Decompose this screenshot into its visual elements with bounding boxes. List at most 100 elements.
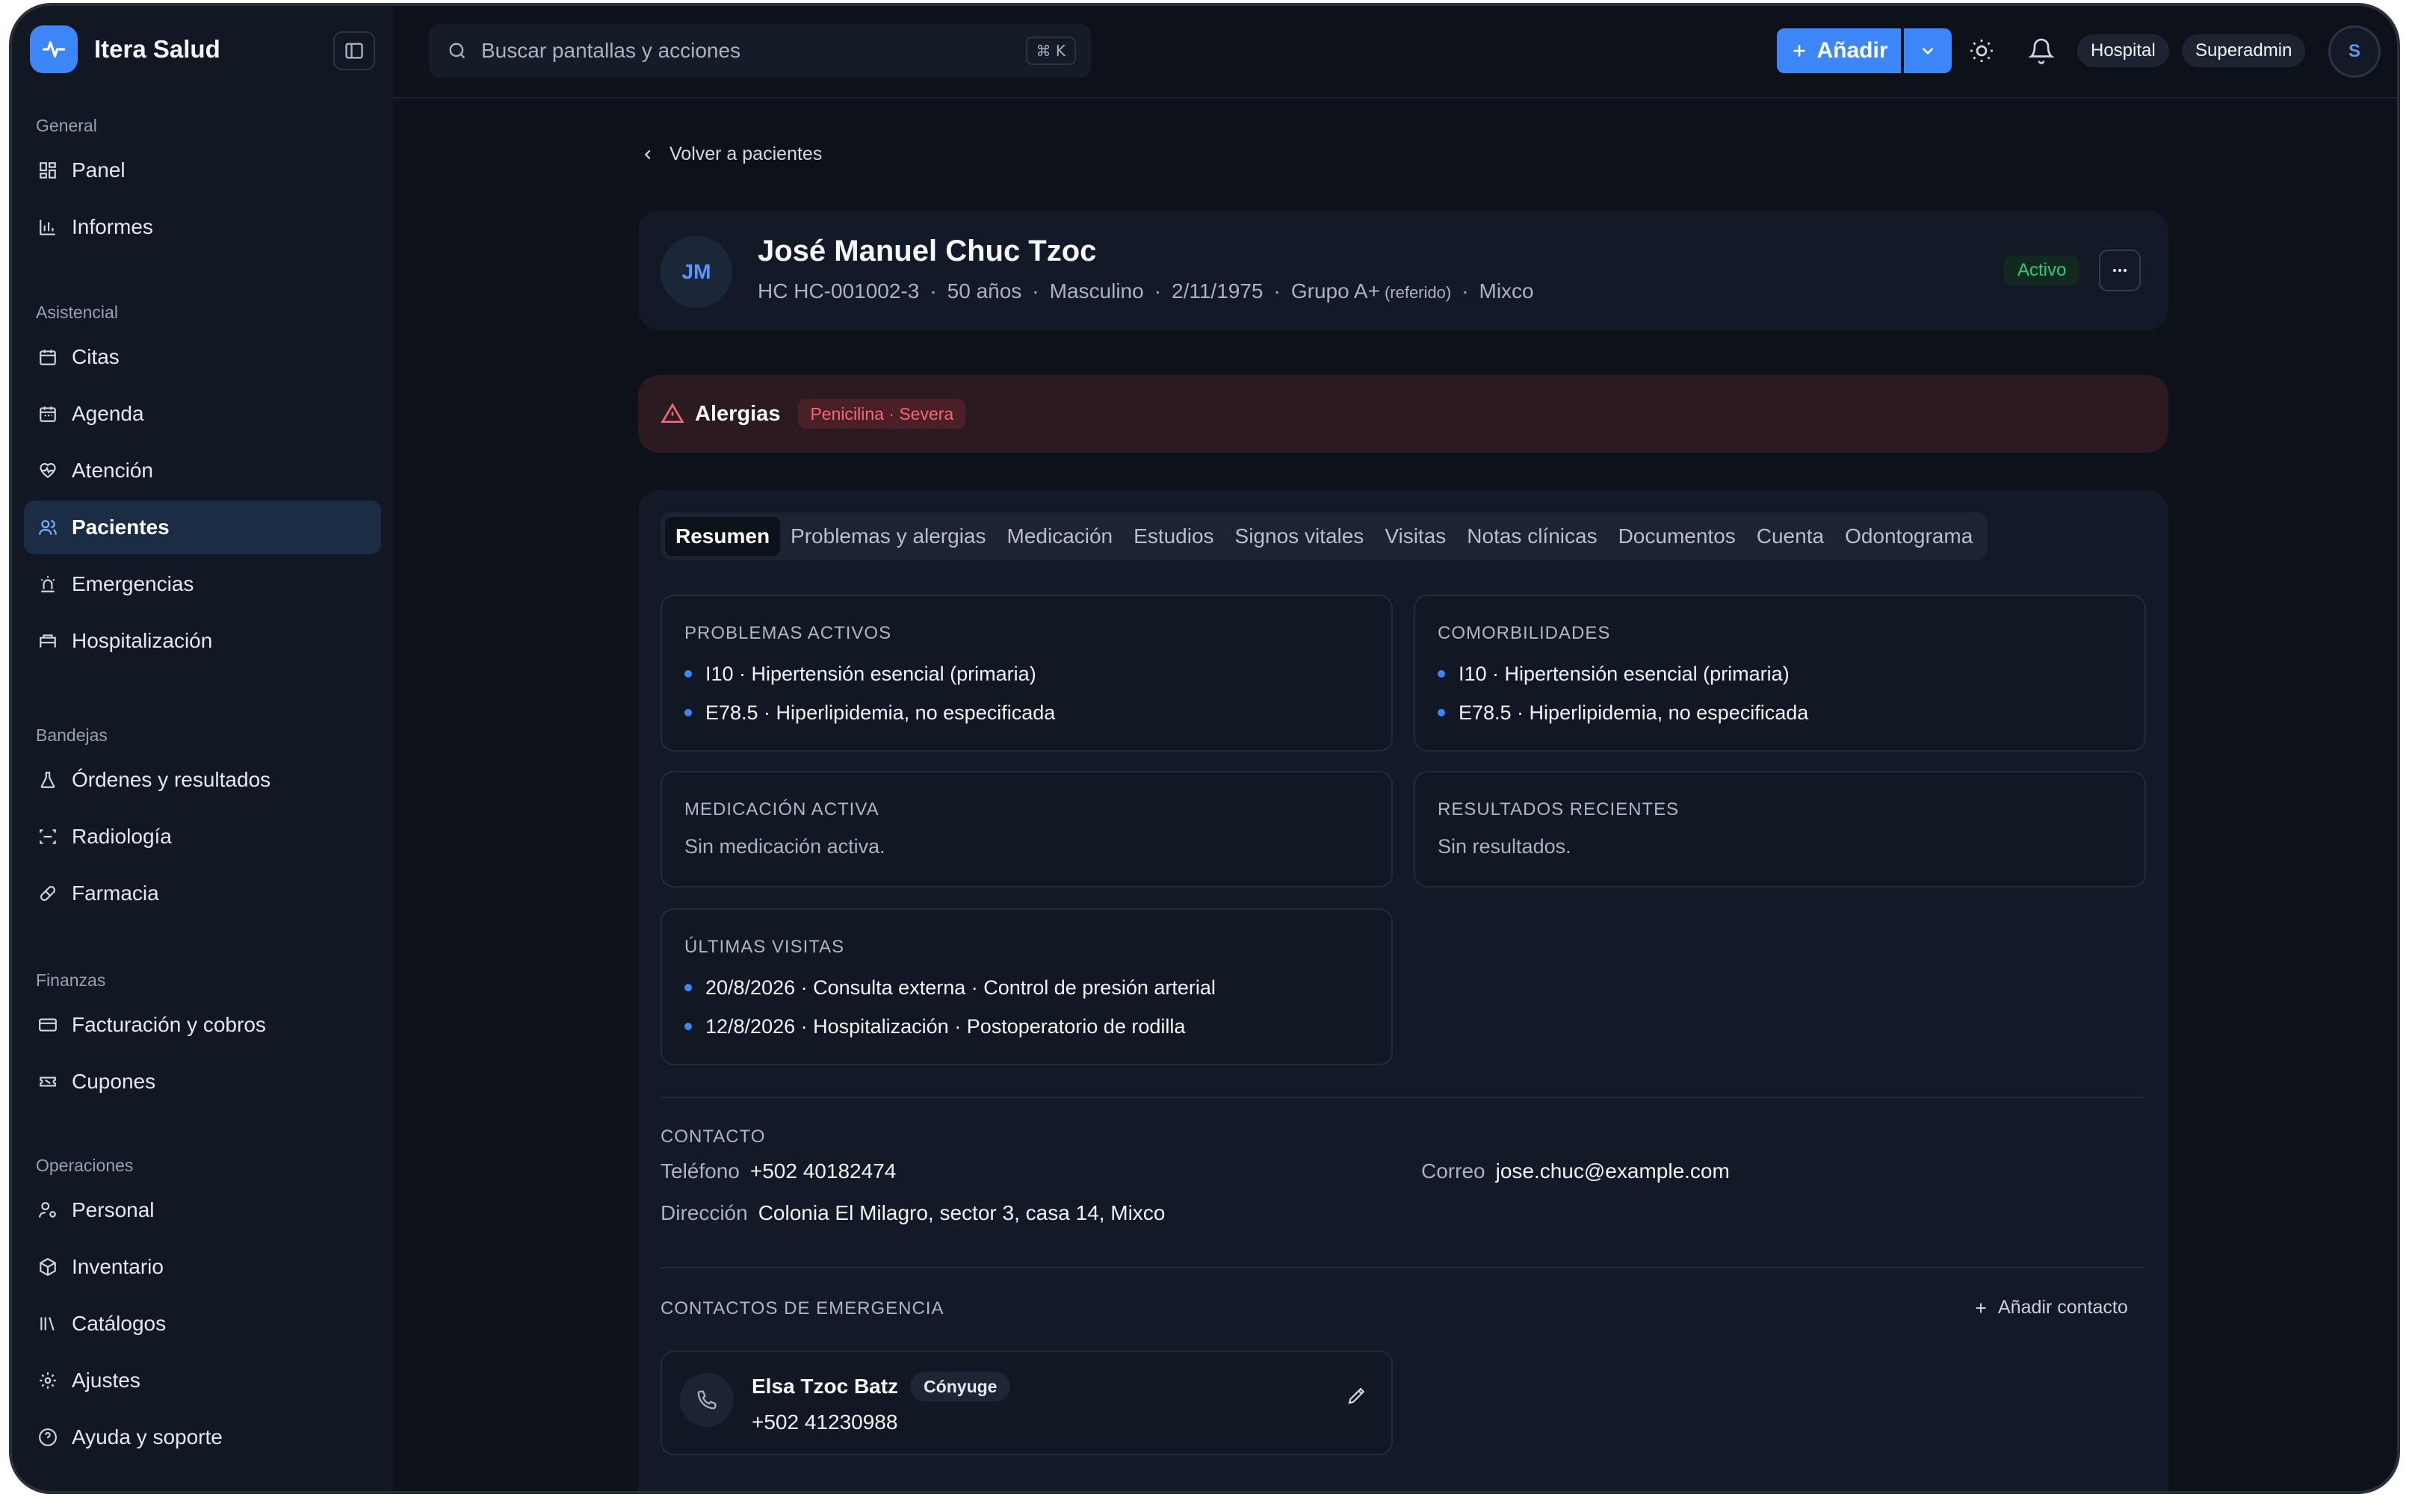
comorbidity-list: I10 · Hipertensión esencial (primaria) E…	[1438, 654, 1808, 732]
patient-birthdate: 2/11/1975	[1172, 279, 1264, 303]
tab-notas-clinicas[interactable]: Notas clínicas	[1456, 517, 1607, 556]
sidebar-item-agenda[interactable]: Agenda	[24, 387, 381, 441]
patient-city: Mixco	[1479, 279, 1534, 303]
tab-problemas-alergias[interactable]: Problemas y alergias	[780, 517, 996, 556]
grid-icon	[36, 158, 60, 182]
tab-cuenta[interactable]: Cuenta	[1746, 517, 1834, 556]
plus-icon	[1976, 1303, 1986, 1313]
sidebar-item-label: Personal	[72, 1198, 155, 1221]
nav-group-operaciones: Operaciones Personal Inventario Catálogo…	[12, 1150, 393, 1467]
empty-state: Sin medicación activa.	[684, 835, 885, 858]
help-circle-icon	[36, 1425, 60, 1449]
more-horizontal-icon	[2112, 268, 2127, 273]
contact-title: CONTACTO	[661, 1127, 766, 1147]
nav-group-asistencial: Asistencial Citas Agenda Atención Pacien…	[12, 297, 393, 671]
sidebar-item-facturacion[interactable]: Facturación y cobros	[24, 998, 381, 1052]
add-button-label: Añadir	[1816, 38, 1888, 63]
divider	[661, 1267, 2144, 1268]
nav-group-title: General	[36, 116, 97, 135]
sidebar-item-radiologia[interactable]: Radiología	[24, 810, 381, 864]
theme-toggle-button[interactable]	[1965, 34, 1998, 67]
ticket-icon	[36, 1070, 60, 1094]
tab-resumen[interactable]: Resumen	[665, 517, 781, 556]
nav-group-title: Operaciones	[36, 1156, 134, 1175]
tab-medicacion[interactable]: Medicación	[997, 517, 1124, 556]
emergency-contact-card: Elsa Tzoc Batz Cónyuge +502 41230988	[661, 1351, 1393, 1455]
sidebar-item-label: Ajustes	[72, 1369, 140, 1392]
nav-group-title: Bandejas	[36, 725, 108, 745]
patient-blood: Grupo A+	[1290, 279, 1380, 303]
tab-signos-vitales[interactable]: Signos vitales	[1225, 517, 1375, 556]
sidebar-item-ayuda[interactable]: Ayuda y soporte	[24, 1410, 381, 1464]
section-title: ÚLTIMAS VISITAS	[684, 937, 845, 957]
section-title: PROBLEMAS ACTIVOS	[684, 623, 892, 643]
search-input[interactable]: Buscar pantallas y acciones ⌘ K	[429, 24, 1091, 78]
patient-header-card: JM José Manuel Chuc Tzoc HC HC-001002-3 ·…	[638, 211, 2168, 330]
sun-icon	[1970, 40, 1993, 62]
tab-odontograma[interactable]: Odontograma	[1834, 517, 1983, 556]
sidebar-item-informes[interactable]: Informes	[24, 200, 381, 254]
notifications-button[interactable]	[2025, 34, 2058, 67]
tab-estudios[interactable]: Estudios	[1123, 517, 1224, 556]
tab-documentos[interactable]: Documentos	[1608, 517, 1746, 556]
pencil-icon	[1348, 1387, 1365, 1404]
sidebar-item-label: Facturación y cobros	[72, 1013, 266, 1036]
address-value: Colonia El Milagro, sector 3, casa 14, M…	[758, 1201, 1166, 1224]
sidebar-item-cupones[interactable]: Cupones	[24, 1055, 381, 1109]
pill-icon	[36, 882, 60, 905]
add-menu-button[interactable]	[1904, 28, 1952, 73]
patient-meta: HC HC-001002-3 · 50 años · Masculino · 2/11…	[758, 279, 1534, 303]
sidebar-item-label: Emergencias	[72, 572, 194, 595]
sidebar-item-emergencias[interactable]: Emergencias	[24, 557, 381, 611]
divider	[661, 1493, 2144, 1494]
nav-group-title: Asistencial	[36, 303, 118, 322]
nav-group-general: General Panel Informes	[12, 111, 393, 257]
divider	[661, 1097, 2144, 1098]
sidebar-item-farmacia[interactable]: Farmacia	[24, 867, 381, 920]
emergency-contact-phone: +502 41230988	[752, 1410, 898, 1434]
search-placeholder: Buscar pantallas y acciones	[481, 39, 741, 62]
sidebar-item-citas[interactable]: Citas	[24, 330, 381, 384]
sidebar-toggle-button[interactable]	[333, 31, 375, 70]
main-content: Volver a pacientes JM José Manuel Chuc T…	[393, 99, 2397, 1491]
tab-visitas[interactable]: Visitas	[1374, 517, 1456, 556]
contact-email: Correo jose.chuc@example.com	[1421, 1159, 1730, 1183]
sidebar-item-label: Agenda	[72, 402, 144, 425]
empty-state: Sin resultados.	[1438, 835, 1571, 858]
sidebar-item-ajustes[interactable]: Ajustes	[24, 1354, 381, 1407]
list-item[interactable]: 12/8/2026 · Hospitalización · Postoperat…	[684, 1007, 1216, 1046]
sidebar-item-pacientes[interactable]: Pacientes	[24, 501, 381, 554]
shortcut-hint: ⌘ K	[1025, 37, 1076, 65]
bed-icon	[36, 629, 60, 653]
edit-contact-button[interactable]	[1342, 1381, 1372, 1410]
status-badge: Activo	[2004, 255, 2080, 285]
sidebar-item-hospitalizacion[interactable]: Hospitalización	[24, 614, 381, 668]
sidebar-item-label: Panel	[72, 158, 126, 182]
back-link[interactable]: Volver a pacientes	[640, 143, 822, 165]
brand[interactable]: Itera Salud	[30, 25, 220, 73]
sidebar-item-inventario[interactable]: Inventario	[24, 1240, 381, 1294]
sidebar-item-catalogos[interactable]: Catálogos	[24, 1297, 381, 1351]
email-value: jose.chuc@example.com	[1495, 1159, 1730, 1183]
user-avatar[interactable]: S	[2328, 25, 2381, 78]
package-icon	[36, 1255, 60, 1279]
list-item[interactable]: 20/8/2026 · Consulta externa · Control d…	[684, 968, 1216, 1007]
list-item: E78.5 · Hiperlipidemia, no especificada	[1438, 693, 1808, 732]
search-icon	[449, 43, 466, 59]
context-pill[interactable]: Hospital	[2077, 34, 2169, 67]
patient-sex: Masculino	[1049, 279, 1144, 303]
sidebar-item-personal[interactable]: Personal	[24, 1183, 381, 1237]
sidebar-item-ordenes[interactable]: Órdenes y resultados	[24, 753, 381, 807]
section-title: COMORBILIDADES	[1438, 623, 1611, 643]
sidebar-item-atencion[interactable]: Atención	[24, 444, 381, 498]
more-options-button[interactable]	[2099, 250, 2141, 291]
patient-hc: HC HC-001002-3	[758, 279, 920, 303]
add-button[interactable]: Añadir	[1777, 28, 1901, 73]
role-pill[interactable]: Superadmin	[2182, 34, 2306, 67]
allergy-chip[interactable]: Penicilina · Severa	[798, 399, 966, 429]
sidebar-item-panel[interactable]: Panel	[24, 143, 381, 197]
phone-label: Teléfono	[661, 1159, 740, 1183]
nav-group-finanzas: Finanzas Facturación y cobros Cupones	[12, 965, 393, 1112]
bell-icon	[2028, 38, 2055, 64]
add-contact-button[interactable]: Añadir contacto	[1973, 1297, 2128, 1319]
